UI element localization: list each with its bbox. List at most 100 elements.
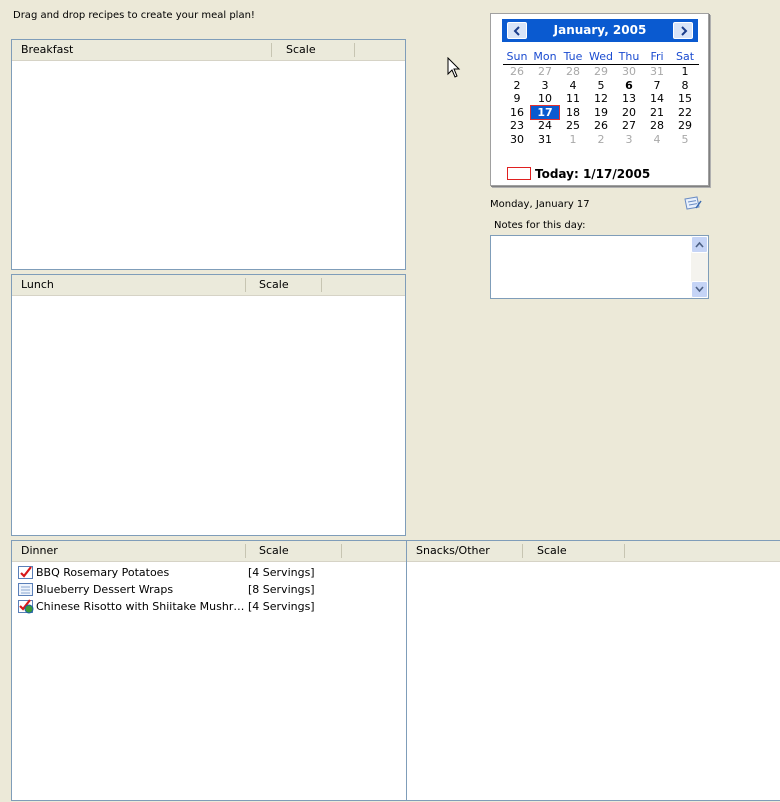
- weekday-label: Sat: [675, 50, 695, 63]
- calendar-day[interactable]: 2: [587, 133, 615, 147]
- calendar-grid: Sun Mon Tue Wed Thu Fri Sat 26 27 28 29 …: [503, 50, 699, 146]
- calendar-day[interactable]: 26: [587, 119, 615, 133]
- calendar-day[interactable]: 28: [559, 65, 587, 79]
- notes-textarea[interactable]: [491, 236, 691, 298]
- calendar-day[interactable]: 5: [671, 133, 699, 147]
- scroll-down-button[interactable]: [691, 281, 708, 298]
- today-marker-icon: [507, 167, 531, 180]
- today-label: Today: 1/17/2005: [535, 167, 651, 181]
- column-header-scale[interactable]: Scale: [528, 541, 567, 561]
- calendar-day[interactable]: 22: [671, 106, 699, 120]
- calendar-day[interactable]: 24: [531, 119, 559, 133]
- calendar-day[interactable]: 30: [615, 65, 643, 79]
- next-month-button[interactable]: [673, 22, 693, 39]
- calendar-day[interactable]: 3: [531, 79, 559, 93]
- weekday-label: Tue: [563, 50, 583, 63]
- recipe-scale: [8 Servings]: [248, 583, 315, 596]
- calendar-day[interactable]: 23: [503, 119, 531, 133]
- month-calendar[interactable]: January, 2005 Sun Mon Tue Wed Thu Fri Sa…: [490, 13, 709, 186]
- calendar-day[interactable]: 15: [671, 92, 699, 106]
- calendar-weekday-header: Sun Mon Tue Wed Thu Fri Sat: [503, 50, 699, 65]
- calendar-week: 9 10 11 12 13 14 15: [503, 92, 699, 106]
- dinner-item[interactable]: Blueberry Dessert Wraps [8 Servings]: [12, 581, 406, 598]
- calendar-day[interactable]: 12: [587, 92, 615, 106]
- recipe-card-icon: [18, 583, 33, 596]
- calendar-day[interactable]: 4: [559, 79, 587, 93]
- lunch-list[interactable]: Lunch Scale: [11, 274, 406, 536]
- snacks-list-header: Snacks/Other Scale: [407, 541, 780, 562]
- recipe-scale: [4 Servings]: [248, 600, 315, 613]
- calendar-day[interactable]: 31: [531, 133, 559, 147]
- recipe-name: Blueberry Dessert Wraps: [36, 583, 174, 596]
- calendar-week: 23 24 25 26 27 28 29: [503, 119, 699, 133]
- calendar-month-title: January, 2005: [553, 23, 647, 37]
- dinner-list[interactable]: Dinner Scale BBQ Rosemary Potatoes [4 Se…: [11, 540, 407, 801]
- weekday-label: Sun: [506, 50, 528, 63]
- calendar-day[interactable]: 4: [643, 133, 671, 147]
- chevron-right-icon: [681, 26, 688, 36]
- column-header-scale[interactable]: Scale: [250, 275, 289, 295]
- notes-edit-icon[interactable]: [683, 195, 703, 211]
- checked-recipe-icon: [18, 566, 33, 579]
- calendar-day[interactable]: 29: [587, 65, 615, 79]
- selected-date-label: Monday, January 17: [490, 199, 590, 210]
- calendar-day[interactable]: 9: [503, 92, 531, 106]
- breakfast-list-header: Breakfast Scale: [12, 40, 405, 61]
- calendar-week: 2 3 4 5 6 7 8: [503, 79, 699, 93]
- column-header-breakfast[interactable]: Breakfast: [12, 40, 73, 60]
- calendar-day[interactable]: 6: [615, 79, 643, 93]
- weekday-label: Mon: [533, 50, 557, 63]
- calendar-day[interactable]: 13: [615, 92, 643, 106]
- previous-month-button[interactable]: [507, 22, 527, 39]
- calendar-day[interactable]: 31: [643, 65, 671, 79]
- calendar-day[interactable]: 7: [643, 79, 671, 93]
- calendar-day[interactable]: 20: [615, 106, 643, 120]
- calendar-day[interactable]: 10: [531, 92, 559, 106]
- notes-field[interactable]: [490, 235, 709, 299]
- recipe-scale: [4 Servings]: [248, 566, 315, 579]
- calendar-day[interactable]: 28: [643, 119, 671, 133]
- column-header-snacks[interactable]: Snacks/Other: [407, 541, 490, 561]
- calendar-day[interactable]: 21: [643, 106, 671, 120]
- calendar-day[interactable]: 11: [559, 92, 587, 106]
- calendar-week: 16 17 18 19 20 21 22: [503, 104, 699, 120]
- calendar-day[interactable]: 27: [615, 119, 643, 133]
- calendar-week: 26 27 28 29 30 31 1: [503, 65, 699, 79]
- chevron-left-icon: [513, 26, 520, 36]
- dinner-item[interactable]: Chinese Risotto with Shiitake Mushr… [4 …: [12, 598, 406, 615]
- breakfast-list[interactable]: Breakfast Scale: [11, 39, 406, 270]
- column-header-dinner[interactable]: Dinner: [12, 541, 58, 561]
- column-header-scale[interactable]: Scale: [250, 541, 289, 561]
- today-link[interactable]: Today: 1/17/2005: [507, 167, 650, 181]
- calendar-week: 30 31 1 2 3 4 5: [503, 133, 699, 147]
- calendar-day[interactable]: 2: [503, 79, 531, 93]
- calendar-day[interactable]: 5: [587, 79, 615, 93]
- column-header-lunch[interactable]: Lunch: [12, 275, 54, 295]
- notes-scrollbar[interactable]: [691, 236, 708, 298]
- calendar-day[interactable]: 26: [503, 65, 531, 79]
- calendar-day[interactable]: 1: [671, 65, 699, 79]
- snacks-list[interactable]: Snacks/Other Scale: [406, 540, 780, 801]
- calendar-day[interactable]: 14: [643, 92, 671, 106]
- calendar-day[interactable]: 25: [559, 119, 587, 133]
- calendar-day[interactable]: 16: [503, 106, 531, 120]
- calendar-day[interactable]: 18: [559, 106, 587, 120]
- column-header-scale[interactable]: Scale: [277, 40, 316, 60]
- calendar-day[interactable]: 29: [671, 119, 699, 133]
- calendar-day[interactable]: 8: [671, 79, 699, 93]
- notes-label: Notes for this day:: [494, 220, 586, 231]
- calendar-day[interactable]: 27: [531, 65, 559, 79]
- lunch-list-header: Lunch Scale: [12, 275, 405, 296]
- calendar-day-selected[interactable]: 17: [530, 104, 560, 120]
- weekday-label: Fri: [650, 50, 664, 63]
- calendar-day[interactable]: 30: [503, 133, 531, 147]
- scroll-up-button[interactable]: [691, 236, 708, 253]
- dinner-list-header: Dinner Scale: [12, 541, 406, 562]
- calendar-day[interactable]: 3: [615, 133, 643, 147]
- dinner-item[interactable]: BBQ Rosemary Potatoes [4 Servings]: [12, 564, 406, 581]
- calendar-day[interactable]: 1: [559, 133, 587, 147]
- recipe-name: BBQ Rosemary Potatoes: [36, 566, 170, 579]
- mouse-pointer-icon: [447, 57, 461, 78]
- chevron-up-icon: [695, 241, 704, 248]
- calendar-day[interactable]: 19: [587, 106, 615, 120]
